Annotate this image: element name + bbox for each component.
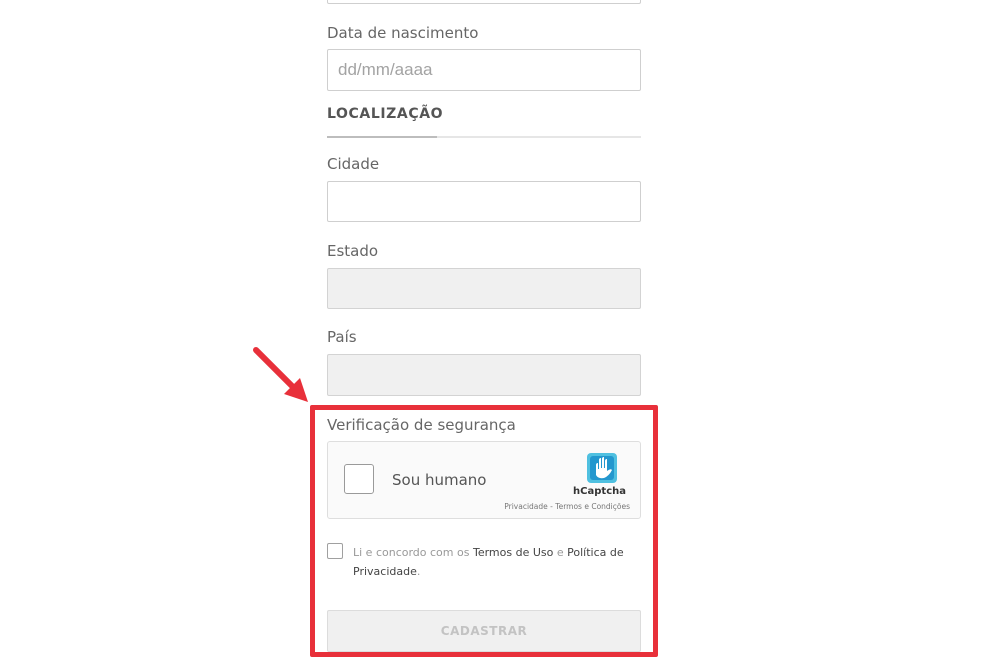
captcha-checkbox[interactable] bbox=[344, 464, 374, 494]
state-label: Estado bbox=[327, 242, 379, 260]
terms-text: Li e concordo com os Termos de Uso e Pol… bbox=[353, 543, 645, 581]
terms-of-use-link[interactable]: Termos de Uso bbox=[473, 546, 553, 559]
country-input[interactable] bbox=[327, 354, 641, 396]
security-label: Verificação de segurança bbox=[327, 416, 516, 434]
country-label: País bbox=[327, 328, 357, 346]
captcha-label: Sou humano bbox=[392, 471, 487, 489]
captcha-privacy-link[interactable]: Privacidade bbox=[504, 502, 548, 511]
location-section-title: LOCALIZAÇÃO bbox=[327, 106, 444, 122]
terms-suffix: . bbox=[416, 565, 421, 578]
city-label: Cidade bbox=[327, 155, 380, 173]
red-arrow-icon bbox=[253, 347, 308, 402]
section-divider bbox=[327, 136, 641, 138]
city-input[interactable] bbox=[327, 181, 641, 222]
terms-prefix: Li e concordo com os bbox=[353, 546, 473, 559]
hcaptcha-brand: hCaptcha bbox=[573, 486, 626, 497]
signup-form-page: Data de nascimento LOCALIZAÇÃO Cidade Es… bbox=[0, 0, 984, 664]
captcha-links: Privacidade - Termos e Condições bbox=[504, 502, 630, 511]
hcaptcha-widget: Sou humano hCaptcha Privacidade - Termos… bbox=[327, 441, 641, 519]
terms-checkbox[interactable] bbox=[327, 543, 343, 559]
register-button[interactable]: CADASTRAR bbox=[327, 610, 641, 652]
previous-field-bottom-edge bbox=[327, 0, 641, 4]
hcaptcha-hand-icon bbox=[587, 453, 617, 483]
birthdate-label: Data de nascimento bbox=[327, 24, 479, 42]
section-divider-accent bbox=[327, 136, 437, 138]
captcha-terms-link[interactable]: Termos e Condições bbox=[555, 502, 630, 511]
terms-conjunction: e bbox=[553, 546, 568, 559]
state-input[interactable] bbox=[327, 268, 641, 309]
birthdate-input[interactable] bbox=[327, 49, 641, 91]
